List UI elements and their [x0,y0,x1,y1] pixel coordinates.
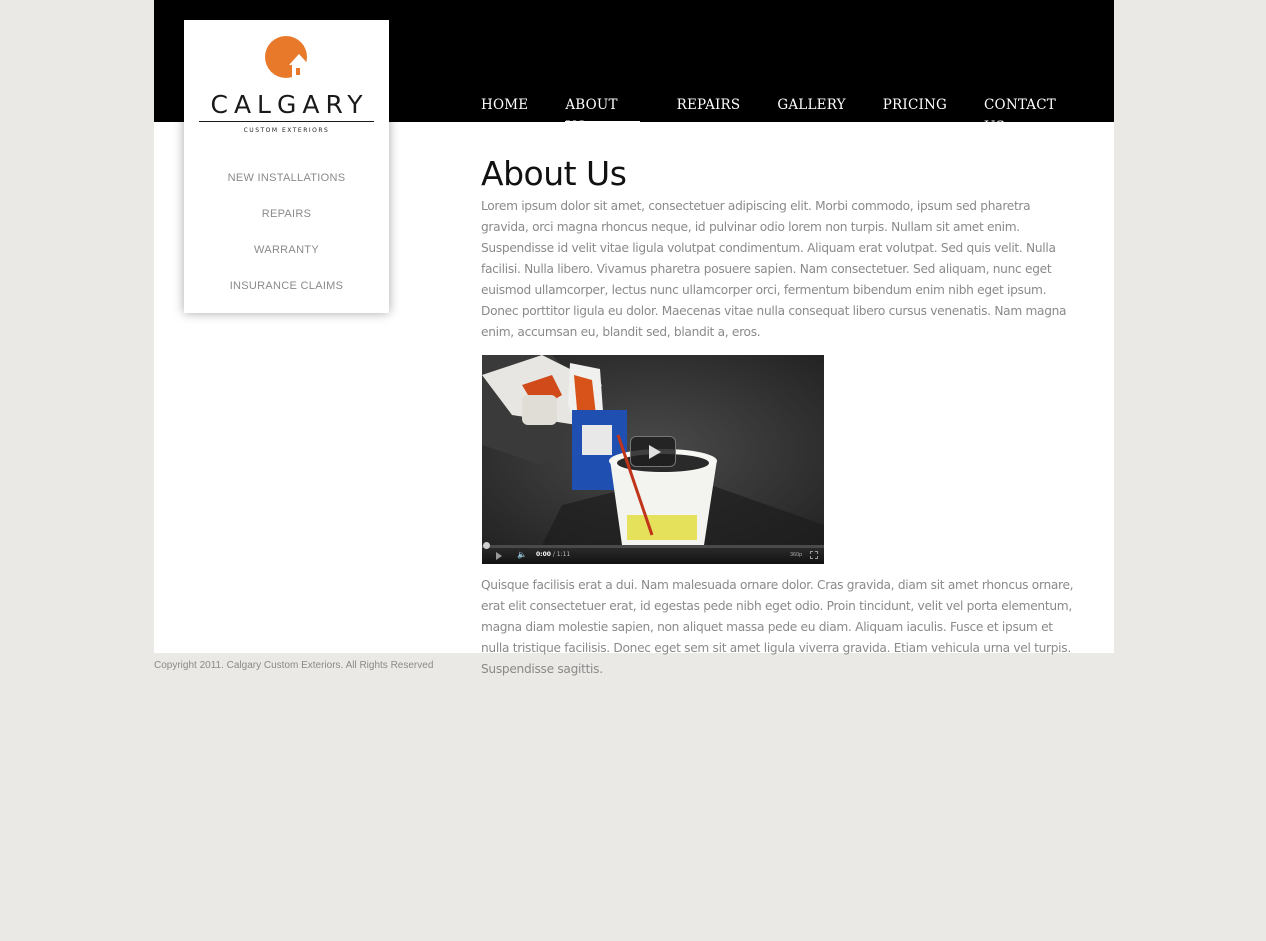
sidebar-panel: CALGARY CUSTOM EXTERIORS NEW INSTALLATIO… [184,20,389,313]
fullscreen-icon[interactable] [810,551,818,559]
footer-copyright: Copyright 2011. Calgary Custom Exteriors… [154,660,434,671]
logo-divider [199,121,374,122]
nav-item-gallery[interactable]: GALLERY [777,94,845,122]
volume-icon[interactable]: 🔈 [517,550,527,560]
play-icon[interactable] [496,552,502,560]
house-sun-logo-icon [265,36,309,79]
body-paragraph: Quisque facilisis erat a dui. Nam malesu… [481,578,1074,676]
brand-name: CALGARY [210,90,369,119]
main-content: About Us Lorem ipsum dolor sit amet, con… [481,152,1076,680]
side-nav: NEW INSTALLATIONS REPAIRS WARRANTY INSUR… [184,167,389,311]
video-player[interactable]: 🔈 0:00 / 1:11 360p [482,355,824,564]
progress-bar[interactable] [482,542,824,549]
play-button[interactable] [630,436,676,467]
video-time: 0:00 / 1:11 [536,550,570,560]
page-title: About Us [481,154,627,193]
page-container: CALGARY CUSTOM EXTERIORS NEW INSTALLATIO… [154,0,1114,676]
intro-paragraph: Lorem ipsum dolor sit amet, consectetuer… [481,199,1067,339]
progress-handle[interactable] [483,542,490,549]
quality-button[interactable]: 360p [790,550,802,560]
main-nav: HOME ABOUT US REPAIRS GALLERY PRICING CO… [481,94,1114,135]
nav-item-contact-us[interactable]: CONTACT US [984,94,1077,135]
side-nav-item-new-installations[interactable]: NEW INSTALLATIONS [184,167,389,203]
side-nav-item-warranty[interactable]: WARRANTY [184,239,389,275]
nav-item-repairs[interactable]: REPAIRS [677,94,741,122]
video-controls: 🔈 0:00 / 1:11 360p [482,542,824,564]
current-time: 0:00 [536,551,551,558]
nav-item-home[interactable]: HOME [481,94,528,122]
duration: / 1:11 [552,551,571,558]
side-nav-item-insurance-claims[interactable]: INSURANCE CLAIMS [184,275,389,311]
nav-item-about-us[interactable]: ABOUT US [565,94,640,135]
site-logo[interactable]: CALGARY CUSTOM EXTERIORS [184,20,389,145]
brand-tagline: CUSTOM EXTERIORS [243,127,330,134]
side-nav-item-repairs[interactable]: REPAIRS [184,203,389,239]
nav-item-pricing[interactable]: PRICING [883,94,947,122]
